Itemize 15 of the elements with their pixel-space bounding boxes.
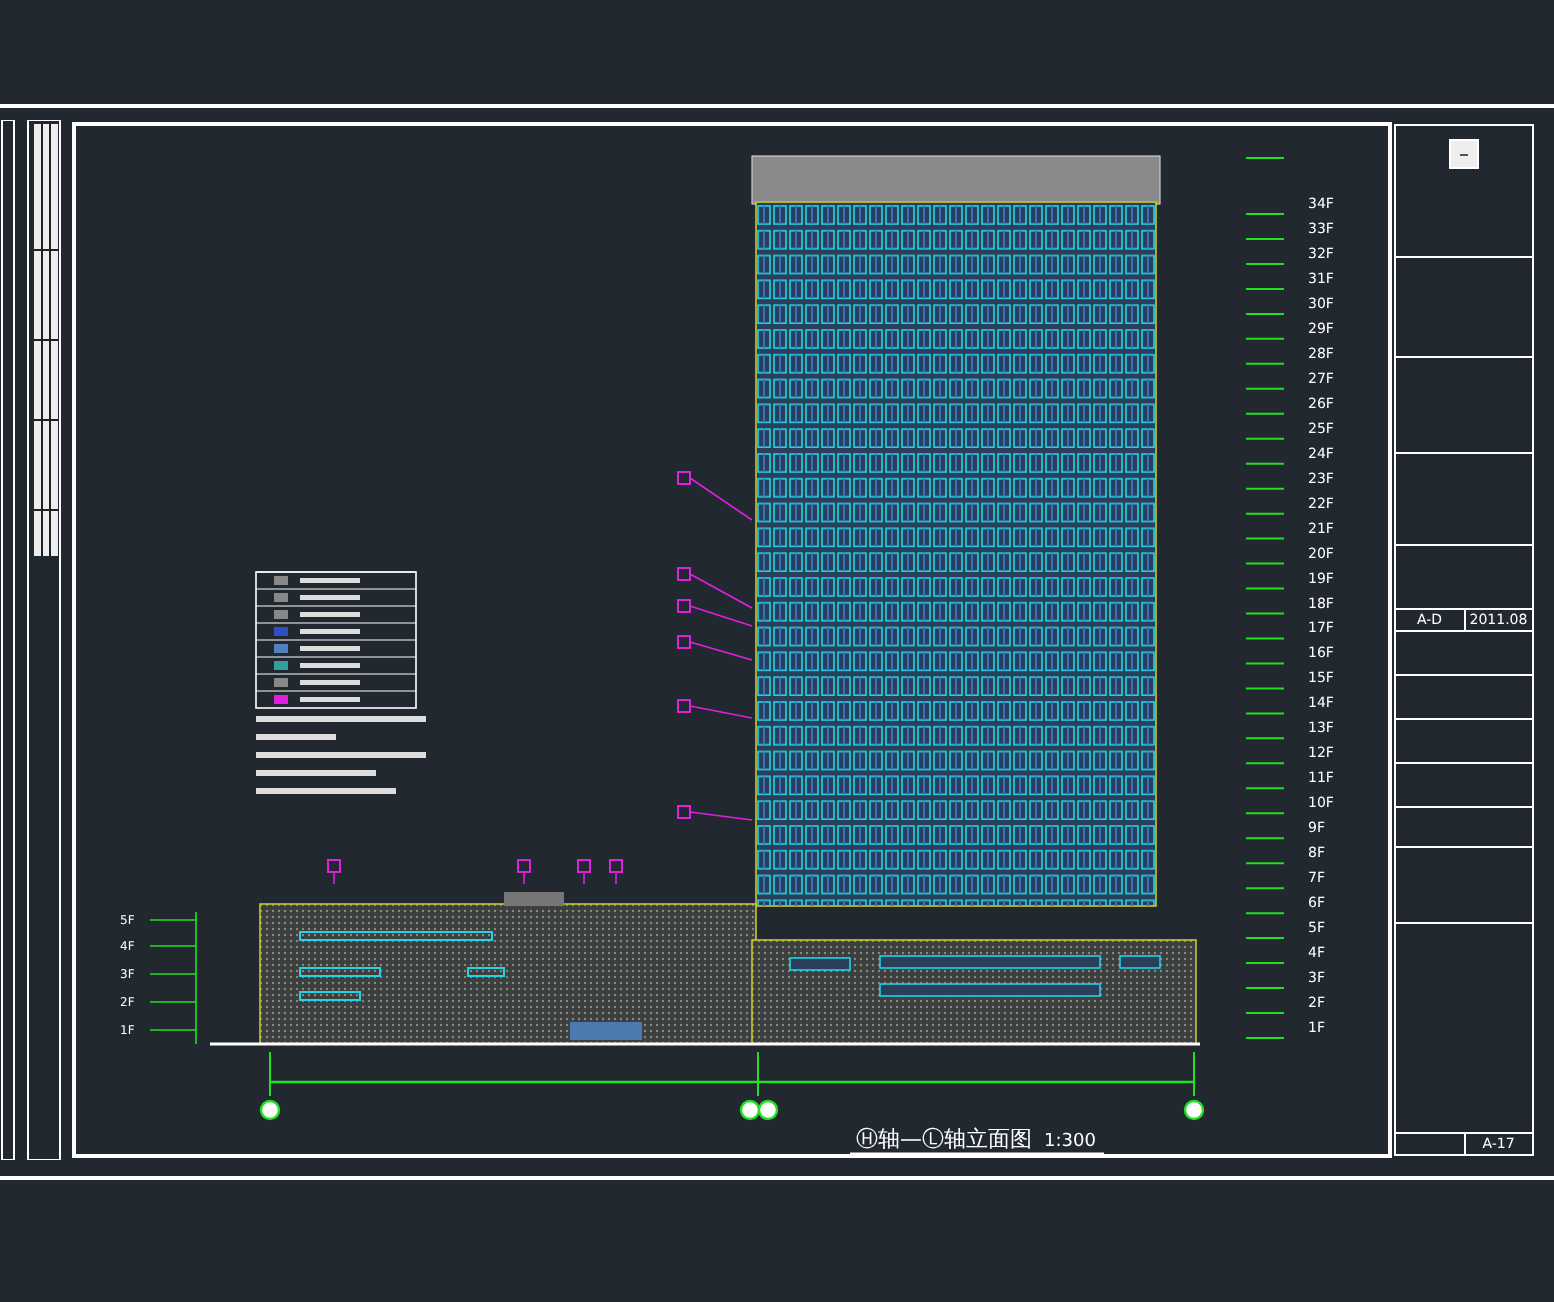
callout-tag bbox=[577, 859, 591, 885]
drawing-title: Ⓗ轴—Ⓛ轴立面图 bbox=[856, 1126, 1032, 1152]
axis-bubble-icon bbox=[739, 1099, 761, 1121]
axis-bubble-icon bbox=[1183, 1099, 1205, 1121]
axis-bubble-icon bbox=[757, 1099, 779, 1121]
callout-tag bbox=[677, 805, 753, 821]
callout-tag bbox=[327, 859, 341, 885]
callout-tag bbox=[677, 471, 753, 521]
axis-bubble-icon bbox=[259, 1099, 281, 1121]
callout-tag bbox=[677, 635, 753, 661]
drawing-scale: 1:300 bbox=[1044, 1132, 1096, 1152]
callout-tag bbox=[517, 859, 531, 885]
logo-icon bbox=[1448, 138, 1480, 170]
callout-tag bbox=[609, 859, 623, 885]
callout-tag bbox=[677, 699, 753, 719]
